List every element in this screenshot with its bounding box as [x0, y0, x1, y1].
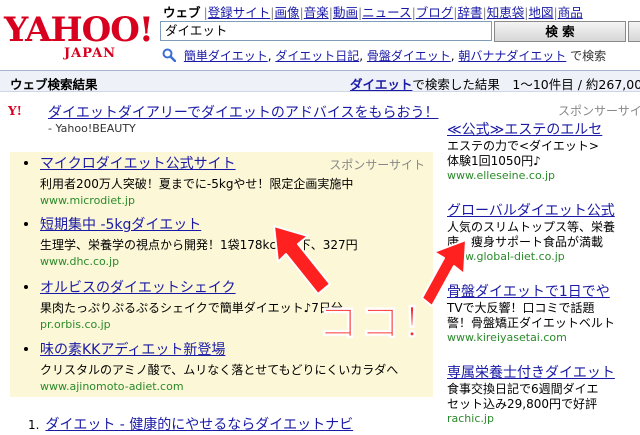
sponsor-ad: 短期集中 -5kgダイエット 生理学、栄養学の視点から開発！1袋178kcal以… [24, 217, 430, 268]
tab-10[interactable]: 商品 [558, 5, 583, 20]
sponsor-box: スポンサーサイト マイクロダイエット公式サイト 利用者200万人突破！夏までに-… [10, 152, 433, 397]
ad-description: 生理学、栄養学の視点から開発！1袋178kcal以下、327円 [40, 238, 358, 252]
logo-text: YAHOO! [4, 10, 154, 50]
right-ad-url: www.global-diet.co.jp [447, 250, 565, 263]
right-ad-title[interactable]: ≪公式≫エステのエルセ [447, 122, 640, 139]
magnifier-icon [162, 48, 176, 62]
annotation-arrow-left [273, 225, 331, 295]
ad-title[interactable]: マイクロダイエット公式サイト [40, 156, 430, 173]
logo-subtext: JAPAN [64, 46, 117, 61]
right-ad: 専属栄養士付きダイエット 食事交換日記で6週間ダイエ セット込み29,800円で… [447, 365, 640, 425]
tab-0[interactable]: ウェブ [160, 2, 204, 21]
right-ad-desc: エステの力で<ダイエット> [447, 139, 599, 153]
related-link-3[interactable]: 骨盤ダイエット [367, 49, 451, 63]
bullet-icon [24, 285, 28, 289]
bullet-icon [24, 161, 28, 165]
result-number: 1. [28, 418, 40, 432]
promo-link[interactable]: ダイエットダイアリーでダイエットのアドバイスをもらおう！ [48, 102, 438, 122]
ad-url: www.microdiet.jp [40, 194, 135, 207]
search-input[interactable]: ダイエット [160, 21, 492, 41]
right-ad-title[interactable]: グローバルダイエット公式 [447, 203, 640, 220]
related-link-1[interactable]: 簡単ダイエット [184, 49, 268, 63]
results-keyword[interactable]: ダイエット [350, 77, 412, 92]
tab-7[interactable]: 辞書 [458, 5, 483, 20]
tab-8[interactable]: 知恵袋 [487, 5, 525, 20]
ad-url: www.dhc.co.jp [40, 255, 120, 268]
tab-3[interactable]: 音楽 [304, 5, 329, 20]
right-sponsor-label: スポンサーサイト [558, 104, 640, 118]
ad-url: www.ajinomoto-adiet.com [40, 380, 184, 393]
right-ad-url: rachic.jp [447, 412, 494, 425]
results-info: ダイエットで検索した結果 1〜10件目 / 約267,00 [350, 74, 640, 93]
related-trail: で検索 [570, 49, 607, 63]
search-options-button[interactable] [628, 21, 640, 42]
annotation-text: ココ！ [318, 300, 444, 347]
right-ad-url: www.kireiyasetai.com [447, 331, 567, 344]
right-ad-title[interactable]: 専属栄養士付きダイエット [447, 365, 640, 382]
search-vertical-tabs: ウェブ |登録サイト|画像|音楽|動画|ニュース|ブログ|辞書|知恵袋|地図|商品 [160, 2, 583, 20]
related-link-2[interactable]: ダイエット日記 [275, 49, 359, 63]
right-ad: グローバルダイエット公式 人気のスリムトップス等、栄養 康・痩身サポート食品が満… [447, 203, 640, 263]
right-ad-desc: 人気のスリムトップス等、栄養 [447, 220, 616, 234]
organic-result: 1. ダイエット - 健康的にやせるならダイエットナビ [28, 414, 353, 434]
right-ad-title[interactable]: 骨盤ダイエットで1日でや [447, 284, 640, 301]
right-ad-url: www.elleseine.co.jp [447, 169, 556, 182]
tab-4[interactable]: 動画 [333, 5, 358, 20]
ad-description: 利用者200万人突破！夏までに-5kgやせ！限定企画実施中 [40, 177, 354, 191]
tab-6[interactable]: ブログ [416, 5, 454, 20]
results-count: で検索した結果 1〜10件目 / 約267,00 [412, 77, 640, 92]
sponsor-ad: マイクロダイエット公式サイト 利用者200万人突破！夏までに-5kgやせ！限定企… [24, 156, 430, 207]
promo-source: - Yahoo!BEAUTY [48, 122, 136, 135]
right-ad-desc: 警！骨盤矯正ダイエットベルト [447, 316, 615, 330]
results-header-bar: ウェブ検索結果 ダイエットで検索した結果 1〜10件目 / 約267,00 [0, 70, 640, 92]
bullet-icon [24, 222, 28, 226]
tab-1[interactable]: 登録サイト [208, 5, 271, 20]
bullet-icon [24, 347, 28, 351]
related-searches: 簡単ダイエット, ダイエット日記, 骨盤ダイエット, 朝バナナダイエット で検索 [162, 47, 606, 64]
result-title[interactable]: ダイエット - 健康的にやせるならダイエットナビ [45, 417, 353, 433]
tab-9[interactable]: 地図 [528, 5, 553, 20]
tab-5[interactable]: ニュース [362, 5, 411, 20]
right-ad-desc: セット込み29,800円で好評 [447, 397, 597, 411]
tab-2[interactable]: 画像 [274, 5, 299, 20]
search-button[interactable]: 検 索 [494, 21, 626, 42]
right-ad-desc: 康・痩身サポート食品が満載 [447, 235, 604, 249]
ad-description: クリスタルのアミノ酸で、ムリなく落とせてもどりにくいカラダへ [40, 363, 399, 377]
related-link-4[interactable]: 朝バナナダイエット [458, 49, 566, 63]
yahoo-small-icon: Y! [8, 104, 22, 118]
right-ad-desc: TVで大反響！口コミで話題 [447, 301, 595, 315]
sponsor-ad: 味の素KKアディエット新登場 クリスタルのアミノ酸で、ムリなく落とせてもどりにく… [24, 342, 430, 393]
right-ad-desc: 体験1回1050円♪ [447, 154, 541, 168]
right-ad: 骨盤ダイエットで1日でや TVで大反響！口コミで話題 警！骨盤矯正ダイエットベル… [447, 284, 640, 344]
ad-title[interactable]: 短期集中 -5kgダイエット [40, 217, 430, 234]
right-ad: ≪公式≫エステのエルセ エステの力で<ダイエット> 体験1回1050円♪ www… [447, 122, 640, 182]
right-ad-desc: 食事交換日記で6週間ダイエ [447, 382, 599, 396]
yahoo-japan-logo[interactable]: YAHOO! JAPAN [4, 12, 154, 62]
results-title: ウェブ検索結果 [10, 77, 98, 92]
